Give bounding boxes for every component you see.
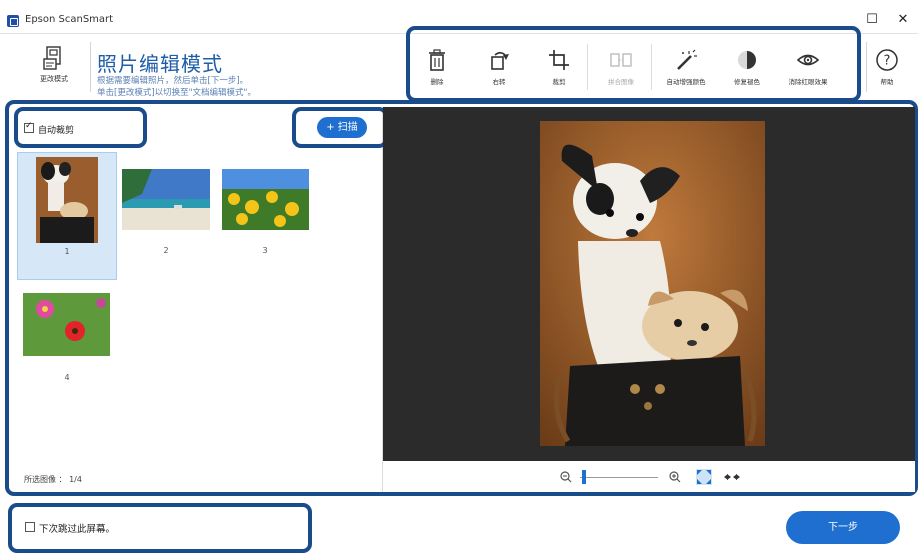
zoom-slider-thumb[interactable] (581, 470, 586, 484)
thumbnail-number: 4 (64, 373, 70, 382)
rotate-right-label: 右转 (492, 78, 506, 86)
trash-icon (429, 49, 445, 71)
red-eye-removal-label: 消除红眼效果 (788, 78, 828, 86)
zoom-bar (383, 461, 915, 492)
auto-enhance-color-button[interactable]: 自动增强颜色 (659, 48, 713, 92)
delete-label: 删除 (430, 78, 444, 86)
window-title: Epson ScanSmart (25, 14, 114, 25)
zoom-out-icon[interactable] (560, 471, 572, 483)
crop-label: 裁剪 (552, 78, 566, 86)
header-divider (90, 42, 91, 92)
restore-fade-label: 修复褪色 (734, 78, 760, 86)
help-icon: ? (876, 49, 898, 71)
mode-description-line2: 单击[更改模式]以切换至"文档编辑模式"。 (97, 88, 256, 97)
help-button[interactable]: ? 帮助 (872, 48, 902, 92)
restore-fade-button[interactable]: 修复褪色 (725, 48, 769, 92)
change-mode-icon (43, 46, 61, 70)
page-title: 照片编辑模式 (97, 52, 223, 76)
merge-images-button[interactable]: 拼合图像 (601, 48, 641, 92)
rotate-right-button[interactable]: 右转 (483, 48, 515, 92)
next-button[interactable]: 下一步 (786, 511, 900, 544)
thumbnail-item[interactable]: 4 (17, 289, 117, 417)
toolbar-divider (651, 44, 652, 90)
svg-text:?: ? (884, 54, 891, 69)
merge-images-label: 拼合图像 (608, 78, 634, 86)
thumbnail-number: 2 (163, 246, 169, 255)
dogs-photo (36, 157, 98, 243)
crop-button[interactable]: 裁剪 (543, 48, 575, 92)
zoom-in-icon[interactable] (669, 471, 681, 483)
crop-icon (549, 50, 569, 70)
merge-images-icon (610, 53, 632, 67)
thumbnail-item[interactable]: 1 (17, 152, 117, 280)
close-button[interactable]: ✕ (893, 12, 913, 28)
thumbnail-item[interactable]: 2 (116, 152, 216, 280)
scan-button[interactable]: + 扫描 (317, 117, 367, 138)
magic-wand-icon (677, 49, 697, 70)
thumbnail-image-sunflowers (222, 169, 309, 230)
toolbar-divider (587, 44, 588, 90)
help-label: 帮助 (880, 78, 894, 86)
thumbnail-image-dogs (36, 157, 98, 243)
auto-enhance-color-label: 自动增强颜色 (666, 78, 706, 86)
sunflowers-photo (222, 169, 309, 230)
thumbnail-item[interactable]: 3 (215, 152, 315, 280)
thumbnail-image-beach (122, 169, 210, 230)
rotate-right-icon (491, 51, 509, 70)
auto-crop-checkbox[interactable] (24, 121, 34, 133)
preview-image-dogs (540, 121, 765, 446)
red-eye-removal-button[interactable]: 消除红眼效果 (779, 48, 837, 92)
maximize-button[interactable]: ☐ (862, 12, 882, 28)
zoom-slider-track[interactable] (580, 477, 658, 478)
actual-size-icon[interactable] (723, 472, 741, 482)
delete-button[interactable]: 删除 (421, 48, 453, 92)
thumbnail-grid: 1 2 3 4 (16, 148, 382, 462)
mode-description: 根据需要编辑照片，然后单击[下一步]。 单击[更改模式]以切换至"文档编辑模式"… (97, 75, 397, 97)
header-divider (866, 42, 867, 92)
skip-screen-label: 下次跳过此屏幕。 (39, 524, 116, 535)
thumbnail-number: 3 (262, 246, 268, 255)
auto-crop-label: 自动裁剪 (38, 126, 75, 136)
change-mode-button[interactable]: 更改模式 (26, 44, 82, 90)
beach-photo (122, 169, 210, 230)
fit-to-window-icon[interactable] (696, 469, 712, 485)
red-eye-icon (796, 54, 820, 66)
thumbnail-image-flowers (23, 293, 110, 356)
image-preview-area (383, 107, 915, 461)
mode-description-line1: 根据需要编辑照片，然后单击[下一步]。 (97, 76, 249, 86)
thumbnail-number: 1 (64, 247, 70, 256)
flowers-photo (23, 293, 110, 356)
change-mode-label: 更改模式 (40, 75, 68, 83)
skip-screen-checkbox[interactable] (25, 522, 35, 532)
selected-images-count: 所选图像 ： 1/4 (24, 475, 82, 484)
app-logo-icon (7, 15, 19, 27)
restore-fade-icon (738, 51, 756, 69)
app-window: Epson ScanSmart ☐ ✕ 更改模式 照片编辑模式 根据需要编辑照片… (0, 0, 918, 556)
